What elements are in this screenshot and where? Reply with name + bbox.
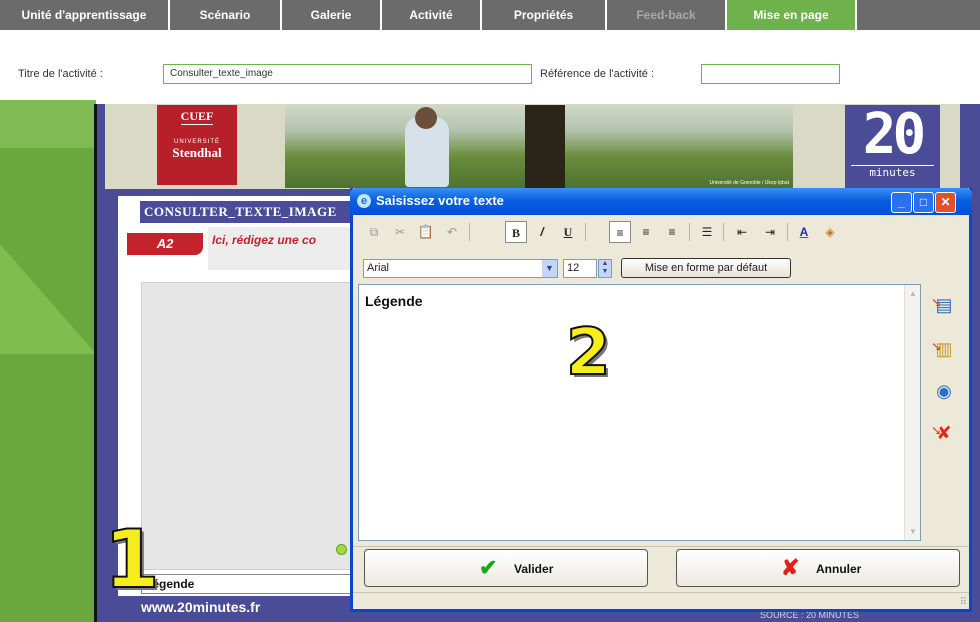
spinner-up-icon[interactable]: ▲ xyxy=(602,260,609,267)
formatting-toolbar: ⧉ ✂ 📋 ↶ B / U ≡ ≡ ≡ ☰ ⇤ ⇥ A ◈ xyxy=(359,220,967,244)
tab-galerie[interactable]: Galerie xyxy=(282,0,382,30)
cuef-logo-title: CUEF xyxy=(180,109,214,125)
indent-icon[interactable]: ⇥ xyxy=(759,221,781,243)
toolbar-separator xyxy=(723,223,724,241)
web-link-icon[interactable]: ◉ xyxy=(931,378,957,404)
bold-icon[interactable]: B xyxy=(505,221,527,243)
dialog-separator xyxy=(353,546,969,547)
tab-unite-apprentissage[interactable]: Unité d'apprentissage xyxy=(0,0,170,30)
font-family-value: Arial xyxy=(367,262,390,274)
align-left-icon[interactable]: ≡ xyxy=(609,221,631,243)
cross-icon: ✘ xyxy=(781,555,800,580)
instruction-text[interactable]: Ici, rédigez une co xyxy=(208,227,358,270)
activity-reference-field[interactable] xyxy=(701,64,840,84)
outdent-icon[interactable]: ⇤ xyxy=(731,221,753,243)
align-right-icon[interactable]: ≡ xyxy=(661,221,683,243)
photo-credit: Université de Grenoble / Ukop Ipbat xyxy=(709,180,790,186)
dialog-title: Saisissez votre texte xyxy=(376,193,504,208)
green-triangle xyxy=(0,244,96,354)
photo-student-head xyxy=(415,107,437,129)
delete-icon[interactable]: ➘ ✘ xyxy=(931,420,957,446)
toolbar-separator xyxy=(787,223,788,241)
twenty-minutes-logo: 20 minutes xyxy=(845,105,940,188)
minimize-button[interactable]: _ xyxy=(891,192,912,213)
font-color-icon[interactable]: A xyxy=(793,221,815,243)
activity-reference-label: Référence de l'activité : xyxy=(540,68,654,80)
activity-title-label: Titre de l'activité : xyxy=(18,68,103,80)
cancel-button[interactable]: ✘ Annuler xyxy=(676,549,960,587)
chevron-down-icon[interactable]: ▼ xyxy=(542,260,557,277)
cancel-label: Annuler xyxy=(816,562,862,576)
dialog-titlebar[interactable]: e Saisissez votre texte _ □ ✕ xyxy=(350,188,972,215)
copy-icon[interactable]: ⧉ xyxy=(363,221,385,243)
bullet-list-icon[interactable]: ☰ xyxy=(696,221,718,243)
ie-icon: e xyxy=(357,194,371,208)
toolbar-separator xyxy=(585,223,586,241)
tab-mise-en-page[interactable]: Mise en page xyxy=(727,0,857,30)
font-size-spinner[interactable]: ▲ ▼ xyxy=(598,259,612,278)
underline-icon[interactable]: U xyxy=(557,221,579,243)
default-format-button[interactable]: Mise en forme par défaut xyxy=(621,258,791,278)
highlight-color-icon[interactable]: ◈ xyxy=(819,221,841,243)
main-tab-bar: Unité d'apprentissage Scénario Galerie A… xyxy=(0,0,980,30)
tab-activite[interactable]: Activité xyxy=(382,0,482,30)
undo-icon[interactable]: ↶ xyxy=(441,221,463,243)
scroll-down-icon[interactable]: ▼ xyxy=(906,524,920,539)
editor-scrollbar[interactable]: ▲ ▼ xyxy=(904,285,920,540)
resize-handle-icon[interactable] xyxy=(336,544,347,555)
editor-content[interactable]: Légende xyxy=(365,293,423,309)
italic-icon[interactable]: / xyxy=(531,221,553,243)
font-size-field[interactable]: 12 xyxy=(563,259,597,278)
left-green-decoration xyxy=(0,104,96,622)
spinner-down-icon[interactable]: ▼ xyxy=(602,268,609,275)
resize-grip-icon[interactable]: ⠿ xyxy=(960,597,967,608)
toolbar-separator xyxy=(689,223,690,241)
cuef-logo: CUEF UNIVERSITÉ Stendhal xyxy=(157,105,237,185)
paste-icon[interactable]: 📋 xyxy=(415,221,437,243)
close-button[interactable]: ✕ xyxy=(935,192,956,213)
activity-title-field[interactable]: Consulter_texte_image xyxy=(163,64,532,84)
callout-number-1: 1 xyxy=(103,513,161,606)
toolbar-separator xyxy=(469,223,470,241)
scroll-up-icon[interactable]: ▲ xyxy=(906,286,920,301)
twenty-minutes-logo-word: minutes xyxy=(851,165,934,179)
activity-heading[interactable]: CONSULTER_TEXTE_IMAGE xyxy=(140,201,355,223)
text-editor-dialog: e Saisissez votre texte _ □ ✕ ⧉ ✂ 📋 ↶ B … xyxy=(350,188,972,612)
dialog-statusbar: ⠿ xyxy=(353,592,969,609)
tab-feed-back: Feed-back xyxy=(607,0,727,30)
align-center-icon[interactable]: ≡ xyxy=(635,221,657,243)
validate-button[interactable]: ✔ Valider xyxy=(364,549,648,587)
tab-bar-filler xyxy=(857,0,980,30)
paste-text-icon[interactable]: ➘ ▥ xyxy=(931,336,957,362)
maximize-button[interactable]: □ xyxy=(913,192,934,213)
photo-tree xyxy=(525,105,565,188)
level-badge: A2 xyxy=(127,233,203,255)
cuef-logo-name: Stendhal xyxy=(172,145,222,160)
green-top-block xyxy=(0,100,96,148)
image-placeholder[interactable] xyxy=(141,282,358,570)
validate-label: Valider xyxy=(514,562,554,576)
cut-icon[interactable]: ✂ xyxy=(389,221,411,243)
tab-scenario[interactable]: Scénario xyxy=(170,0,282,30)
rich-text-editor[interactable]: Légende ▲ ▼ xyxy=(358,284,921,541)
callout-number-2: 2 xyxy=(565,316,612,390)
insert-text-icon[interactable]: ➘ ▤ xyxy=(931,292,957,318)
banner-photo: Université de Grenoble / Ukop Ipbat xyxy=(285,105,793,188)
check-icon: ✔ xyxy=(479,555,498,580)
twenty-minutes-logo-number: 20 xyxy=(862,102,926,167)
legend-text-box[interactable]: Légende xyxy=(141,574,351,594)
tab-proprietes[interactable]: Propriétés xyxy=(482,0,607,30)
font-family-select[interactable]: Arial ▼ xyxy=(363,259,558,278)
